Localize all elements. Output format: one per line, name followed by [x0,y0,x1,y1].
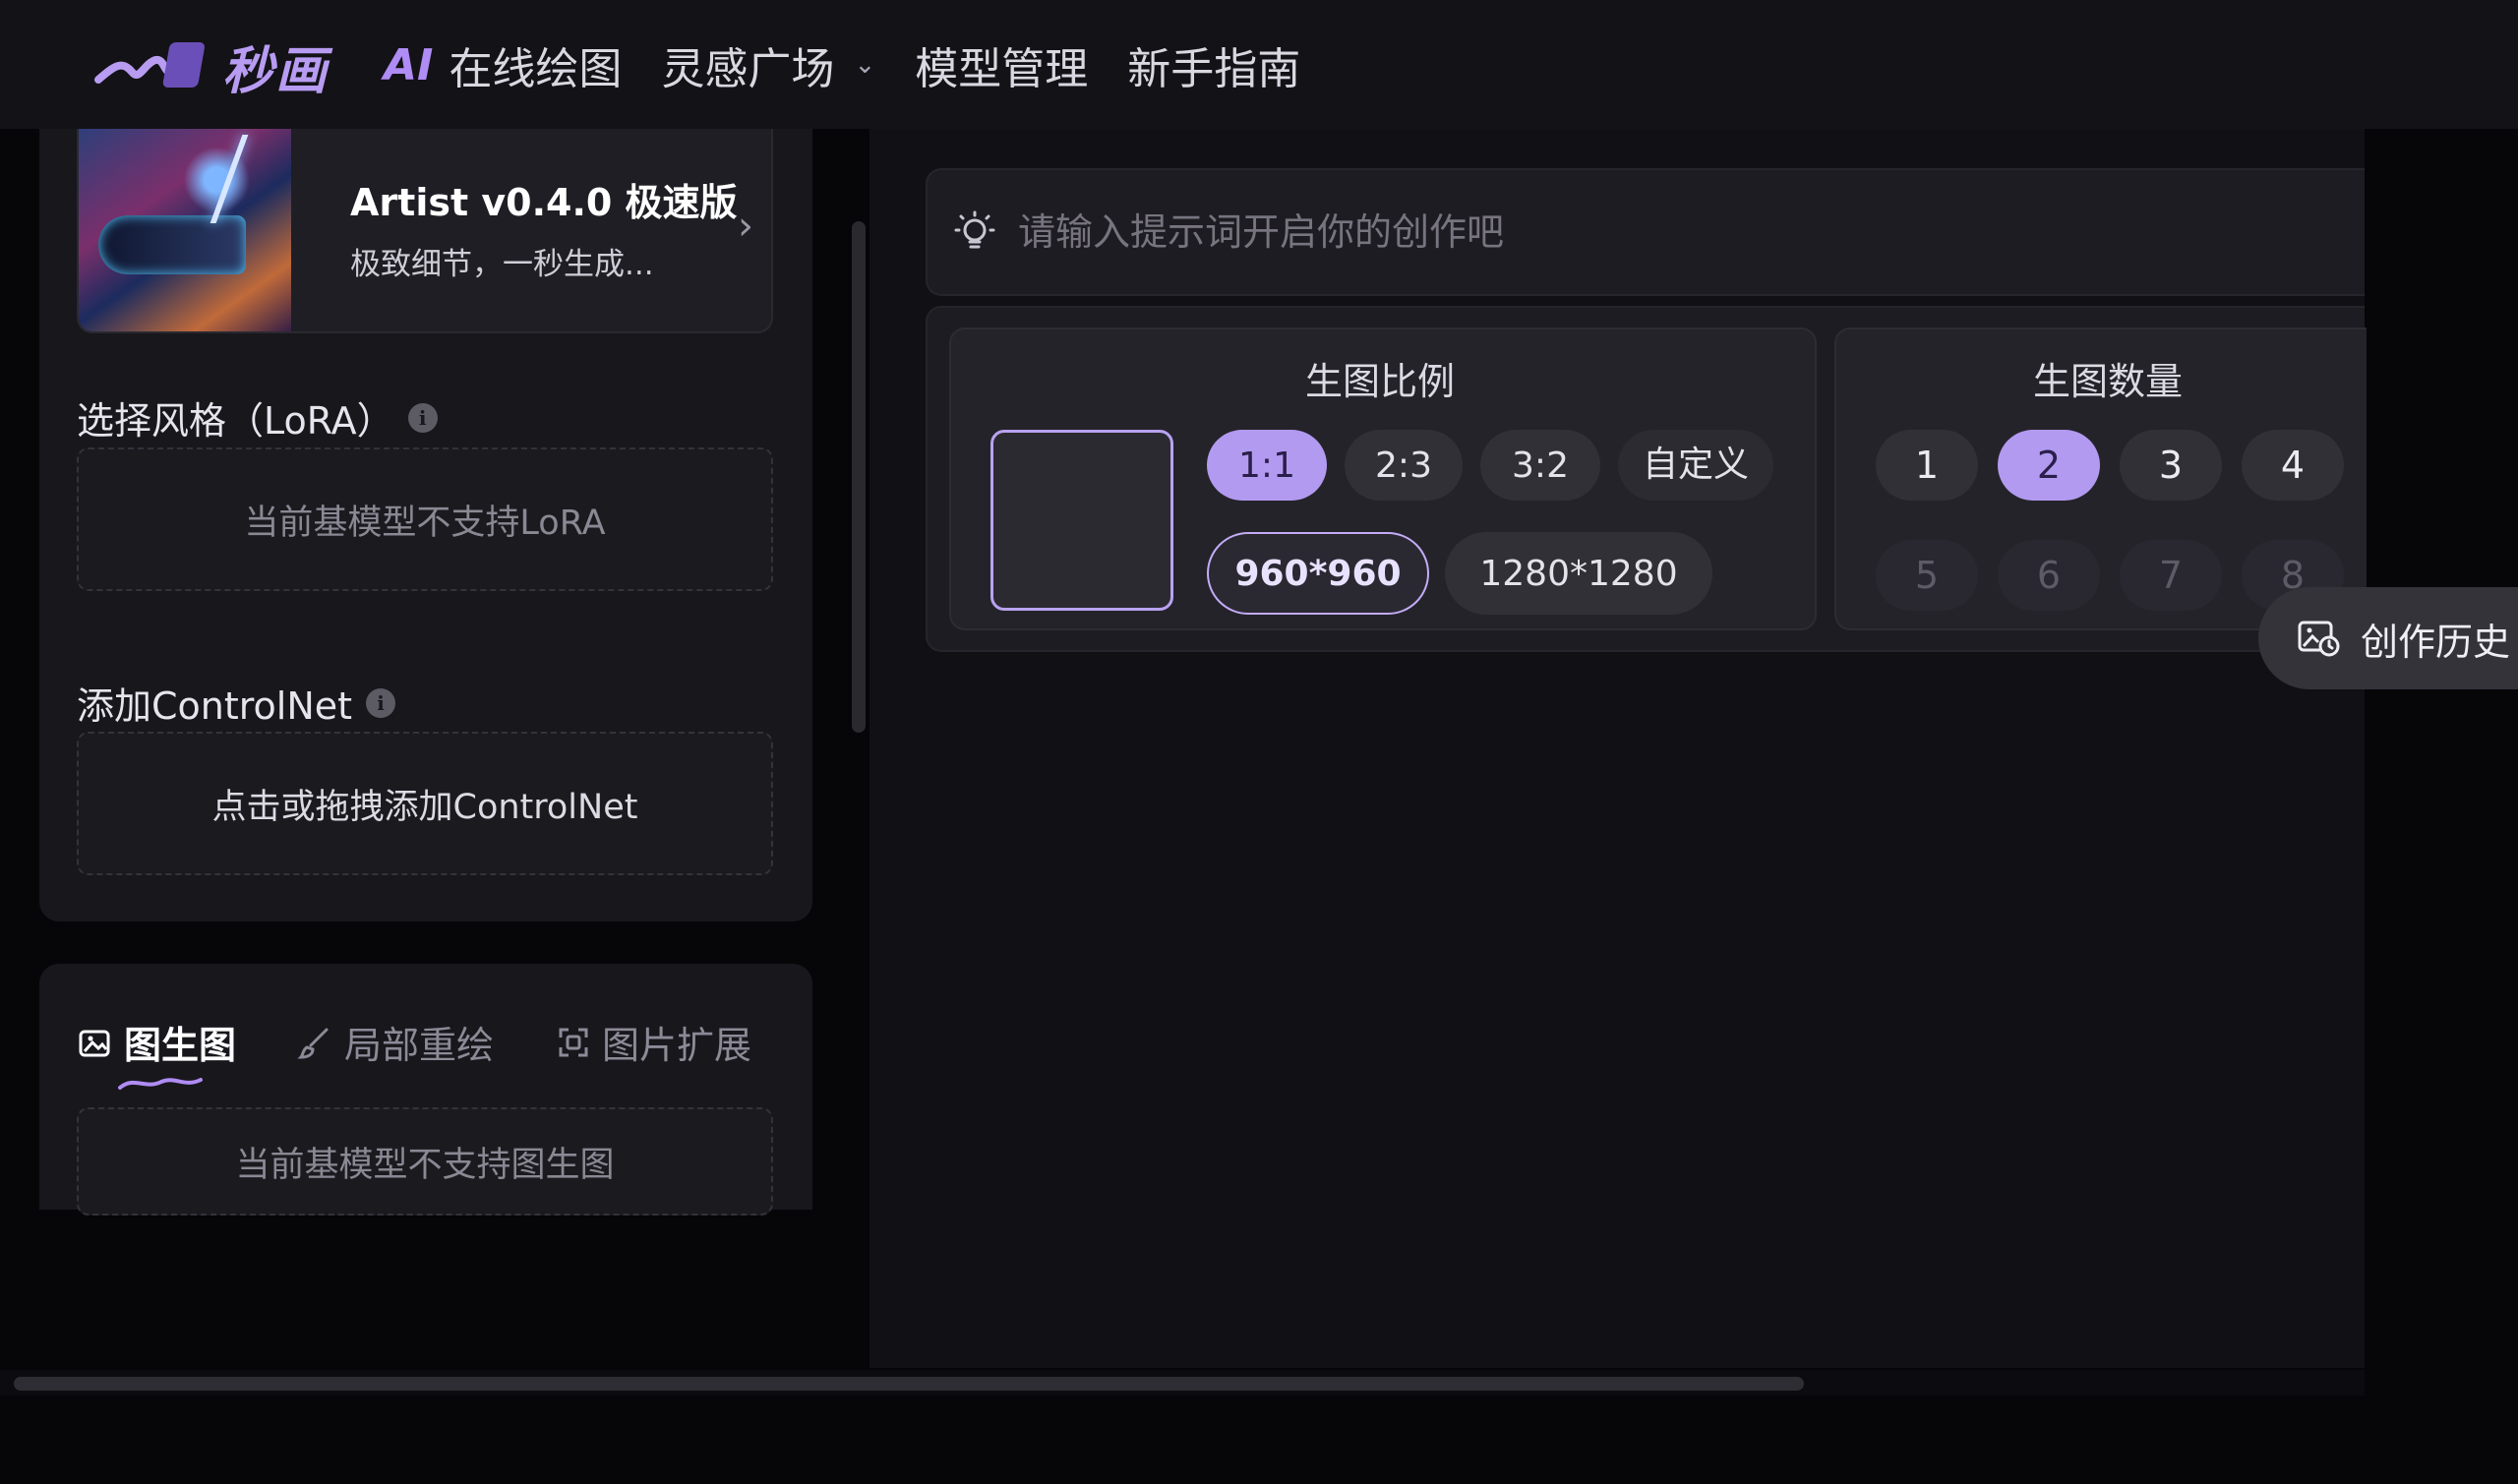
resolution-1280[interactable]: 1280*1280 [1445,532,1712,615]
model-thumbnail [79,129,291,331]
lora-label-text: 选择风格（LoRA） [77,399,394,443]
main-nav: AI 在线绘图 灵感广场 ⌄ 模型管理 新手指南 [384,30,1300,100]
thumbnail-train-shape [98,215,246,274]
img2img-empty-text: 当前基模型不支持图生图 [235,1145,615,1185]
count-option-3[interactable]: 3 [2120,430,2222,501]
tab-inpaint-label: 局部重绘 [344,1024,495,1067]
active-tab-indicator [118,1078,203,1090]
model-description: 极致细节，一秒生成... [350,247,654,282]
ratio-title: 生图比例 [1305,360,1456,403]
ratio-preview [990,430,1173,611]
brush-icon [297,1028,329,1059]
prompt-bar [926,168,2365,296]
history-button-label: 创作历史 [2361,620,2511,664]
count-card: 生图数量 1 2 3 4 5 6 7 8 [1834,327,2367,630]
ratio-option-1-1[interactable]: 1:1 [1207,430,1327,501]
lora-empty-box: 当前基模型不支持LoRA [77,447,773,591]
sidebar-scrollbar[interactable] [852,221,866,733]
expand-icon [559,1028,588,1056]
count-option-5: 5 [1876,540,1978,611]
model-title: Artist v0.4.0 极速版 [350,181,738,224]
history-button[interactable]: 创作历史 [2258,587,2518,689]
image-tools-panel: 图生图 局部重绘 图片扩展 当前基模型不支持图生图 [39,964,812,1216]
tab-outpaint[interactable]: 图片扩展 [555,1015,751,1069]
top-nav-bar: 秒画 AI 在线绘图 灵感广场 ⌄ 模型管理 新手指南 [0,0,2518,129]
count-option-2[interactable]: 2 [1998,430,2100,501]
app-logo[interactable]: 秒画 [94,31,330,101]
prompt-input[interactable] [1018,210,2297,254]
controlnet-label: 添加ControlNet i [77,676,396,730]
tab-outpaint-label: 图片扩展 [602,1024,752,1067]
ratio-option-3-2[interactable]: 3:2 [1480,430,1600,501]
controlnet-label-text: 添加ControlNet [77,684,353,728]
ratio-option-2-3[interactable]: 2:3 [1345,430,1463,501]
nav-inspiration[interactable]: 灵感广场 ⌄ [661,33,875,96]
info-icon[interactable]: i [366,687,396,718]
chevron-right-icon: › [738,204,753,249]
nav-guide[interactable]: 新手指南 [1127,33,1300,96]
tab-img2img-label: 图生图 [124,1024,237,1067]
generation-settings: 生图比例 1:1 2:3 3:2 自定义 960*960 1280*1280 生… [926,306,2367,652]
tab-img2img[interactable]: 图生图 [77,1015,236,1069]
horizontal-scrollbar[interactable] [14,1377,1804,1391]
left-settings-panel: Artist v0.4.0 极速版 极致细节，一秒生成... › 选择风格（Lo… [39,129,812,921]
count-title: 生图数量 [2033,360,2184,403]
count-option-4[interactable]: 4 [2242,430,2344,501]
count-option-1[interactable]: 1 [1876,430,1978,501]
image-icon [79,1030,110,1056]
image-history-icon [2298,621,2340,657]
chevron-down-icon: ⌄ [854,50,876,80]
nav-online-draw-label: 在线绘图 [449,44,623,94]
tab-inpaint[interactable]: 局部重绘 [297,1015,494,1069]
logo-text: 秒画 [222,41,330,101]
model-selector-card[interactable]: Artist v0.4.0 极速版 极致细节，一秒生成... › [77,129,773,333]
thumbnail-lightning-shape [210,135,249,223]
ratio-card: 生图比例 1:1 2:3 3:2 自定义 960*960 1280*1280 [949,327,1817,630]
info-icon[interactable]: i [407,402,438,433]
resolution-960[interactable]: 960*960 [1207,532,1429,615]
count-option-7: 7 [2120,540,2222,611]
lora-label: 选择风格（LoRA） i [77,390,438,445]
ratio-option-custom[interactable]: 自定义 [1618,430,1773,501]
nav-online-draw[interactable]: AI 在线绘图 [384,33,622,96]
lightbulb-icon [954,210,995,249]
lora-empty-text: 当前基模型不支持LoRA [244,503,606,543]
img2img-empty-box: 当前基模型不支持图生图 [77,1107,773,1216]
controlnet-dropzone[interactable]: 点击或拖拽添加ControlNet [77,732,773,875]
nav-inspiration-label: 灵感广场 [661,44,835,94]
nav-ai-prefix: AI [384,39,434,90]
logo-wave-icon [94,42,205,88]
nav-model-manage-label: 模型管理 [915,44,1089,94]
controlnet-add-text: 点击或拖拽添加ControlNet [211,787,638,827]
main-workspace: 生图比例 1:1 2:3 3:2 自定义 960*960 1280*1280 生… [869,129,2367,1368]
image-tools-tabs: 图生图 局部重绘 图片扩展 [77,1015,751,1069]
nav-model-manage[interactable]: 模型管理 [915,33,1088,96]
nav-guide-label: 新手指南 [1127,44,1301,94]
count-option-6: 6 [1998,540,2100,611]
